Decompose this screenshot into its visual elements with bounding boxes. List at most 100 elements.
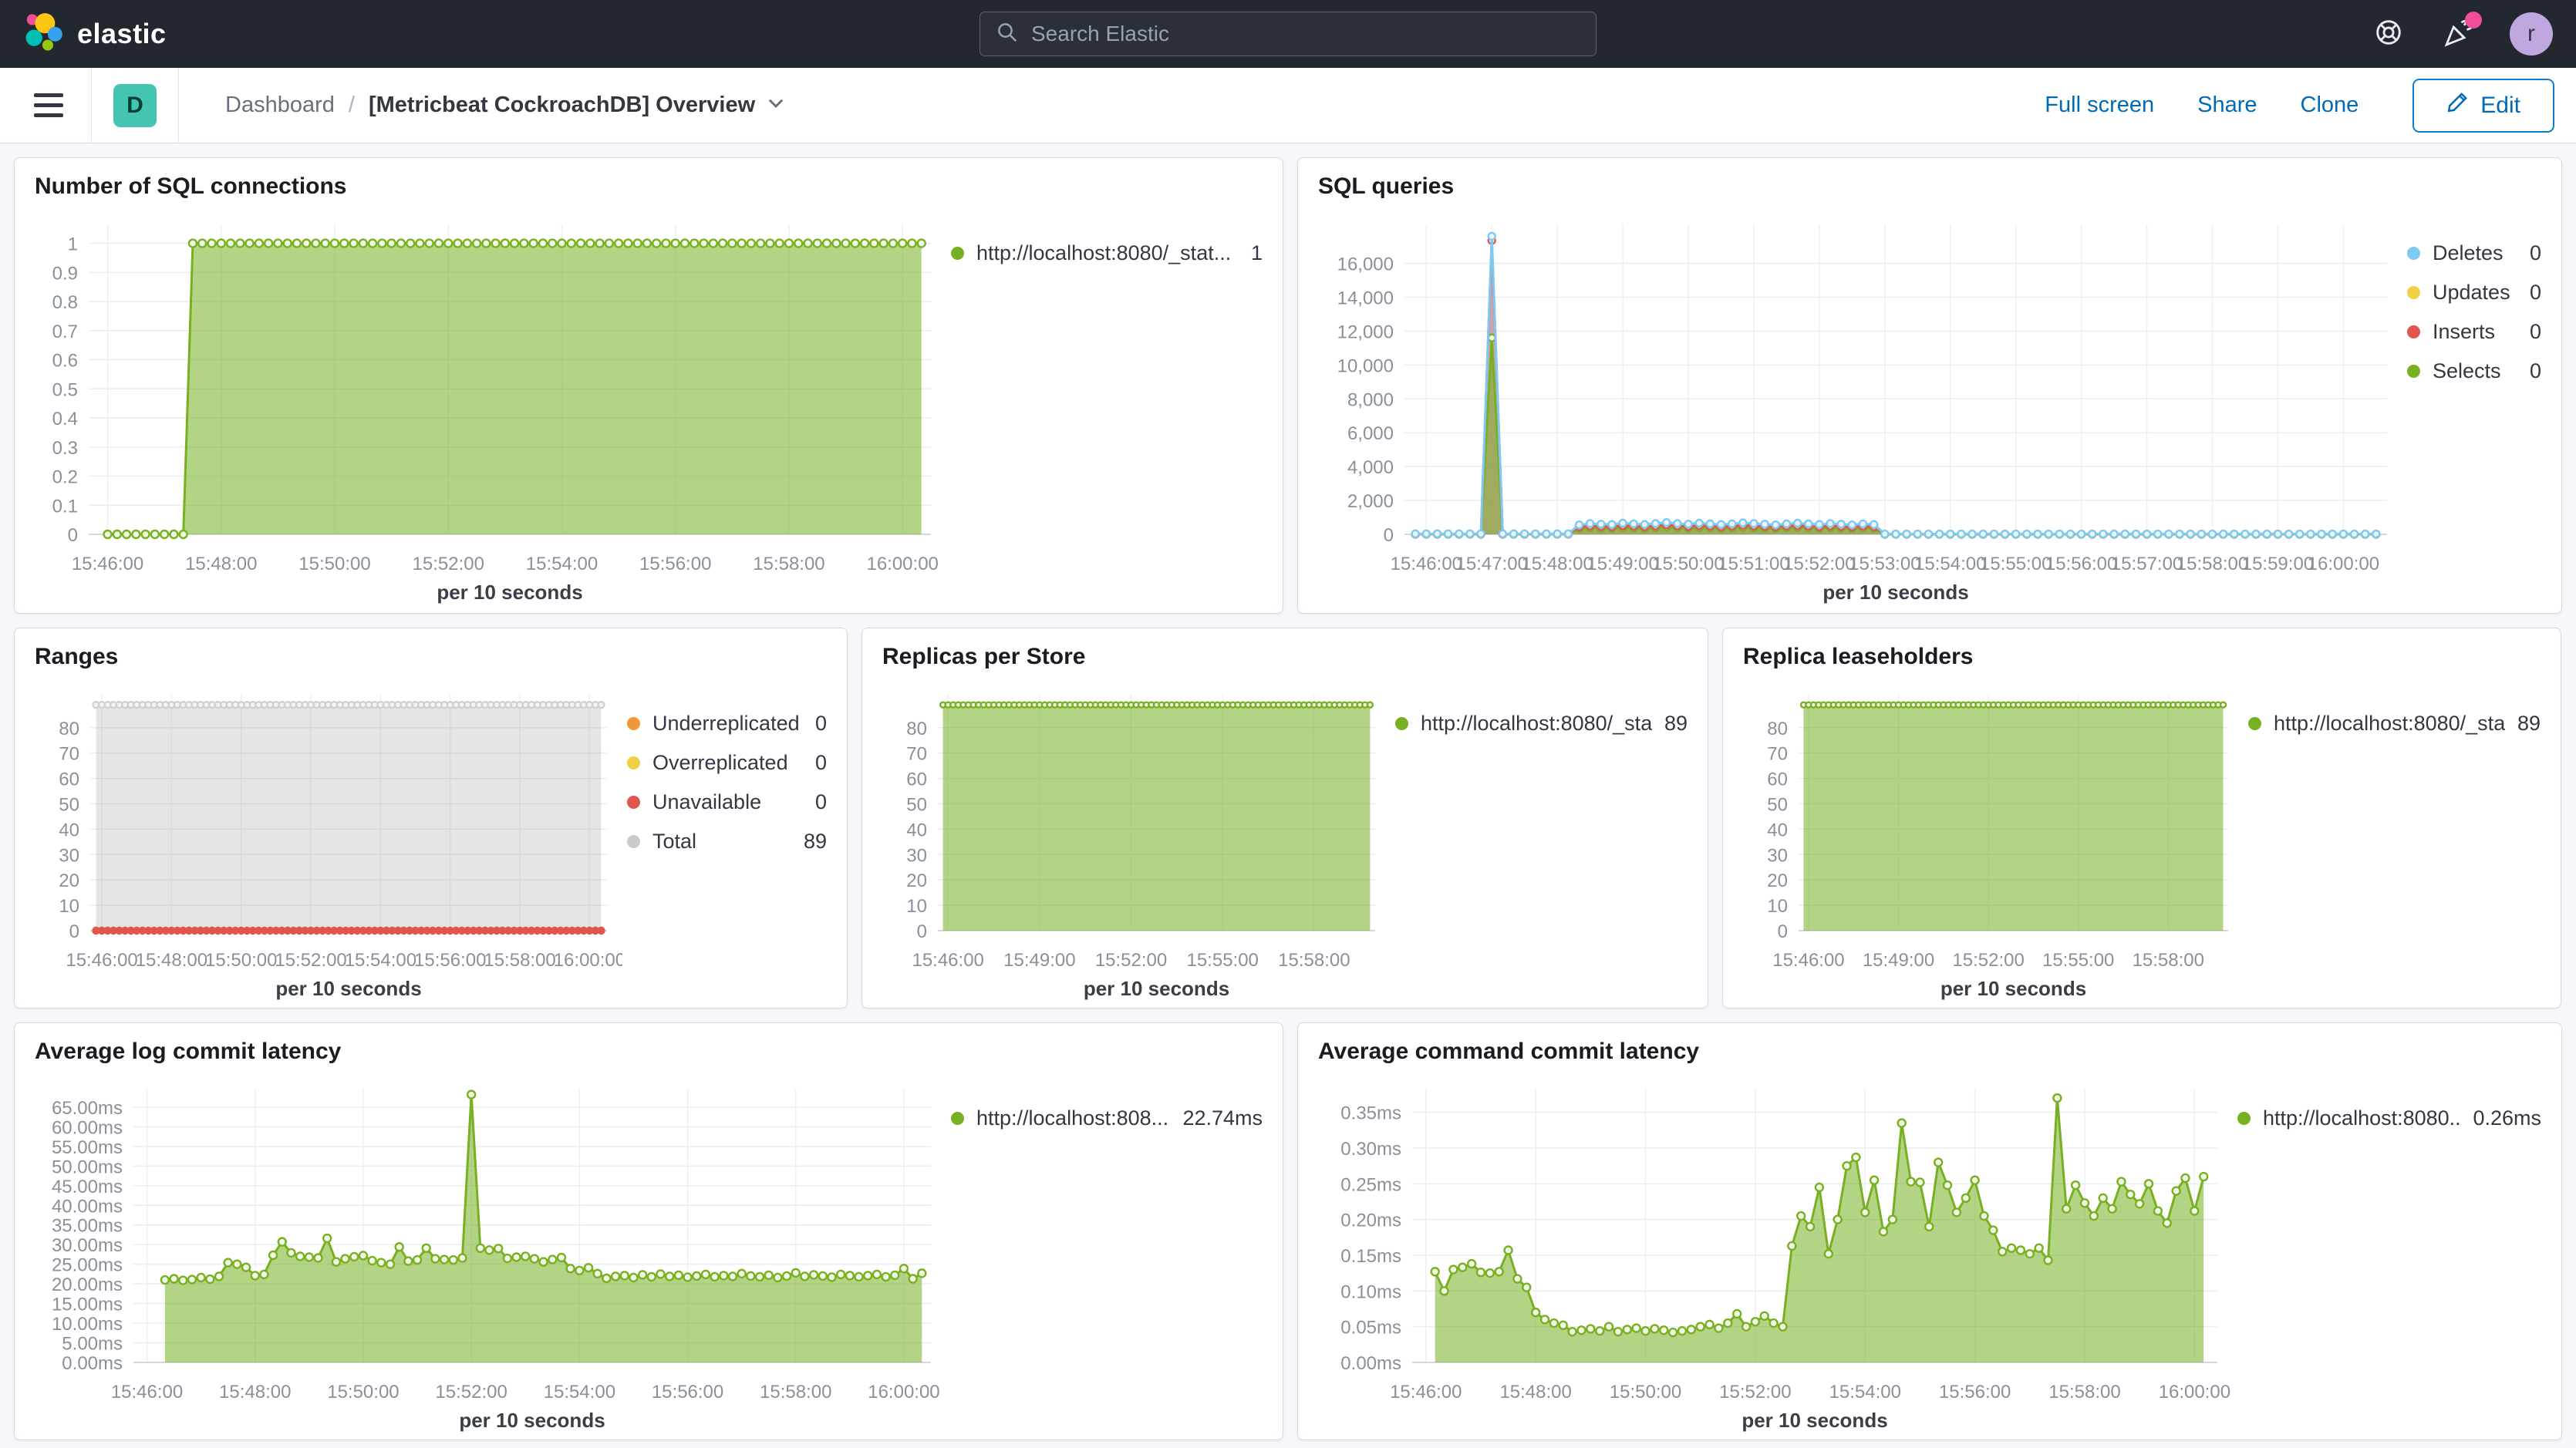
legend-dot-icon xyxy=(627,756,640,769)
breadcrumb-dashboard-link[interactable]: Dashboard xyxy=(225,93,335,118)
svg-text:15:52:00: 15:52:00 xyxy=(1783,554,1855,574)
legend-item[interactable]: Overreplicated0 xyxy=(627,751,827,775)
svg-text:15:58:00: 15:58:00 xyxy=(2176,554,2248,574)
svg-text:15:58:00: 15:58:00 xyxy=(2048,1382,2120,1403)
svg-text:50.00ms: 50.00ms xyxy=(52,1157,123,1177)
svg-text:15:52:00: 15:52:00 xyxy=(275,950,346,971)
space-switcher[interactable]: D xyxy=(113,84,157,127)
legend-label: Selects xyxy=(2433,359,2517,383)
svg-text:15:58:00: 15:58:00 xyxy=(753,554,824,574)
legend-dot-icon xyxy=(2407,325,2420,338)
svg-text:15:47:00: 15:47:00 xyxy=(1456,554,1528,574)
legend-item[interactable]: Underreplicated0 xyxy=(627,712,827,736)
panel-replica-leaseholders: Replica leaseholders 0102030405060708015… xyxy=(1722,628,2561,1009)
legend-label: Underreplicated xyxy=(652,712,803,736)
dashboard-grid: Number of SQL connections 00.10.20.30.40… xyxy=(0,143,2576,1448)
legend-dot-icon xyxy=(627,717,640,730)
svg-text:15:59:00: 15:59:00 xyxy=(2242,554,2314,574)
svg-text:0.20ms: 0.20ms xyxy=(1340,1211,1401,1231)
svg-text:15:56:00: 15:56:00 xyxy=(639,554,711,574)
legend-item[interactable]: Unavailable0 xyxy=(627,790,827,814)
panel-title[interactable]: SQL queries xyxy=(1318,173,2541,210)
page-title[interactable]: [Metricbeat CockroachDB] Overview xyxy=(369,93,786,119)
svg-text:15:52:00: 15:52:00 xyxy=(1095,950,1167,971)
elastic-brand[interactable]: elastic xyxy=(23,12,167,56)
top-app-bar: elastic xyxy=(0,0,2576,68)
pencil-icon xyxy=(2446,92,2468,120)
user-avatar[interactable]: r xyxy=(2510,12,2553,56)
panel-number-of-sql-connections: Number of SQL connections 00.10.20.30.40… xyxy=(14,157,1283,614)
search-input[interactable] xyxy=(1031,22,1580,46)
svg-text:15:54:00: 15:54:00 xyxy=(526,554,598,574)
legend-dot-icon xyxy=(2407,247,2420,260)
legend-item[interactable]: Updates0 xyxy=(2407,281,2541,305)
svg-text:15:46:00: 15:46:00 xyxy=(72,554,143,574)
svg-text:15:50:00: 15:50:00 xyxy=(298,554,370,574)
legend-value: 1 xyxy=(1251,241,1263,265)
legend-item[interactable]: http://localhost:8080/_sta...89 xyxy=(2248,712,2541,736)
svg-text:10: 10 xyxy=(906,896,927,917)
svg-text:0.00ms: 0.00ms xyxy=(62,1353,123,1374)
chevron-down-icon[interactable] xyxy=(766,93,786,119)
chart-replicas-per-store: 0102030405060708015:46:0015:49:0015:52:0… xyxy=(882,681,1391,1008)
legend-item[interactable]: Selects0 xyxy=(2407,359,2541,383)
svg-text:15:54:00: 15:54:00 xyxy=(345,950,416,971)
panel-ranges: Ranges 0102030405060708015:46:0015:48:00… xyxy=(14,628,848,1009)
svg-text:per 10 seconds: per 10 seconds xyxy=(1741,1409,1887,1432)
svg-text:50: 50 xyxy=(906,794,927,815)
chart-legend: http://localhost:8080/_stat...1 xyxy=(946,210,1263,611)
clone-button[interactable]: Clone xyxy=(2301,93,2359,118)
panel-title[interactable]: Replicas per Store xyxy=(882,644,1688,681)
svg-text:0.7: 0.7 xyxy=(52,322,78,342)
legend-item[interactable]: http://localhost:808...22.74ms xyxy=(951,1106,1263,1130)
help-button[interactable] xyxy=(2371,16,2406,52)
svg-text:30.00ms: 30.00ms xyxy=(52,1235,123,1256)
panel-title[interactable]: Average command commit latency xyxy=(1318,1039,2541,1076)
news-button[interactable] xyxy=(2440,16,2476,52)
global-search[interactable] xyxy=(979,12,1597,56)
legend-dot-icon xyxy=(951,247,964,260)
svg-text:0: 0 xyxy=(68,525,78,546)
legend-dot-icon xyxy=(2407,365,2420,378)
svg-text:20.00ms: 20.00ms xyxy=(52,1275,123,1295)
svg-text:8,000: 8,000 xyxy=(1347,389,1394,410)
svg-text:10,000: 10,000 xyxy=(1337,355,1394,376)
legend-label: http://localhost:8080/_sta... xyxy=(1421,712,1652,736)
legend-dot-icon xyxy=(951,1112,964,1125)
chart-replica-leaseholders: 0102030405060708015:46:0015:49:0015:52:0… xyxy=(1743,681,2244,1008)
svg-text:35.00ms: 35.00ms xyxy=(52,1216,123,1237)
chart-avg-log-commit-latency: 0.00ms5.00ms10.00ms15.00ms20.00ms25.00ms… xyxy=(35,1076,946,1440)
panel-title[interactable]: Ranges xyxy=(35,644,827,681)
legend-value: 89 xyxy=(2517,712,2541,736)
panel-title[interactable]: Average log commit latency xyxy=(35,1039,1263,1076)
svg-text:per 10 seconds: per 10 seconds xyxy=(1084,977,1229,1000)
legend-item[interactable]: Total89 xyxy=(627,830,827,854)
svg-text:0: 0 xyxy=(1384,525,1394,546)
svg-text:1: 1 xyxy=(68,234,78,255)
svg-text:15:56:00: 15:56:00 xyxy=(1939,1382,2011,1403)
legend-value: 0 xyxy=(815,790,827,814)
svg-text:15:50:00: 15:50:00 xyxy=(327,1382,399,1403)
legend-item[interactable]: Deletes0 xyxy=(2407,241,2541,265)
svg-text:per 10 seconds: per 10 seconds xyxy=(1822,581,1968,604)
chart-svg: 00.10.20.30.40.50.60.70.80.9115:46:0015:… xyxy=(35,210,946,611)
svg-text:80: 80 xyxy=(906,719,927,739)
svg-text:15:49:00: 15:49:00 xyxy=(1003,950,1075,971)
svg-text:15:53:00: 15:53:00 xyxy=(1849,554,1920,574)
panel-title[interactable]: Replica leaseholders xyxy=(1743,644,2541,681)
menu-button[interactable] xyxy=(28,87,69,123)
edit-button[interactable]: Edit xyxy=(2412,79,2554,133)
legend-item[interactable]: http://localhost:8080/_stat...1 xyxy=(951,241,1263,265)
share-button[interactable]: Share xyxy=(2197,93,2257,118)
legend-item[interactable]: Inserts0 xyxy=(2407,320,2541,344)
svg-text:15:48:00: 15:48:00 xyxy=(1499,1382,1571,1403)
full-screen-button[interactable]: Full screen xyxy=(2045,93,2154,118)
notification-dot xyxy=(2465,12,2482,29)
svg-text:15:46:00: 15:46:00 xyxy=(1391,554,1462,574)
svg-text:15:50:00: 15:50:00 xyxy=(1652,554,1724,574)
panel-avg-command-commit-latency: Average command commit latency 0.00ms0.0… xyxy=(1297,1022,2562,1440)
panel-title[interactable]: Number of SQL connections xyxy=(35,173,1263,210)
legend-item[interactable]: http://localhost:8080...0.26ms xyxy=(2237,1106,2541,1130)
svg-text:50: 50 xyxy=(59,794,79,815)
legend-item[interactable]: http://localhost:8080/_sta...89 xyxy=(1395,712,1688,736)
